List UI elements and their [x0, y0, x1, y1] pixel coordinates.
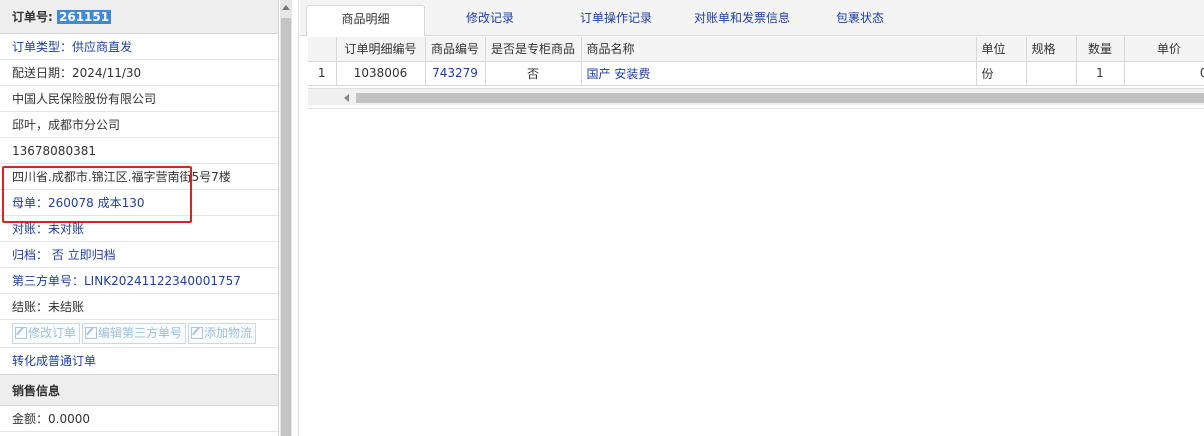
- horizontal-scrollbar-thumb[interactable]: [356, 93, 1204, 103]
- col-header-spec[interactable]: 规格: [1026, 37, 1077, 62]
- settlement-row: 结账：未结账: [0, 294, 278, 320]
- product-table: 订单明细编号 商品编号 是否是专柜商品 商品名称 单位 规格 数量 单价 1 1…: [308, 37, 1204, 86]
- cell-spec: [1026, 61, 1077, 86]
- order-type-row: 订单类型：供应商直发: [0, 34, 278, 60]
- tab-order-operation-log[interactable]: 订单操作记录: [561, 5, 671, 36]
- delivery-date-row: 配送日期：2024/11/30: [0, 60, 278, 86]
- third-party-order-row: 第三方单号：LINK20241122340001757: [0, 268, 278, 294]
- cell-counter-product: 否: [485, 61, 582, 86]
- col-header-detail-no[interactable]: 订单明细编号: [336, 37, 426, 62]
- cell-product-no[interactable]: 743279: [425, 61, 486, 86]
- convert-to-normal-order-link[interactable]: 转化成普通订单: [0, 348, 278, 374]
- scroll-up-arrow-icon[interactable]: [282, 5, 290, 10]
- tab-modification-log[interactable]: 修改记录: [441, 5, 539, 36]
- order-info-panel: 订单号: 261151 订单类型：供应商直发 配送日期：2024/11/30 中…: [0, 0, 279, 436]
- contact-row: 邱叶，成都市分公司: [0, 112, 278, 138]
- order-number-header: 订单号: 261151: [0, 0, 278, 34]
- col-header-product-name[interactable]: 商品名称: [581, 37, 977, 62]
- divider: [292, 0, 299, 436]
- order-number-value[interactable]: 261151: [57, 10, 112, 24]
- app-root: 订单号: 261151 订单类型：供应商直发 配送日期：2024/11/30 中…: [0, 0, 1204, 436]
- edit-icon: [15, 327, 27, 339]
- edit-icon: [191, 327, 204, 339]
- col-header-unit[interactable]: 单位: [976, 37, 1027, 62]
- tab-product-details[interactable]: 商品明细: [306, 5, 425, 37]
- amount-row: 金额：0.0000: [0, 406, 278, 432]
- horizontal-scrollbar[interactable]: [308, 88, 1204, 105]
- sales-info-header: 销售信息: [0, 374, 278, 406]
- action-buttons: 修改订单 编辑第三方单号 添加物流: [0, 320, 278, 348]
- col-header-unit-price[interactable]: 单价: [1124, 37, 1204, 62]
- cell-detail-no: 1038006: [336, 61, 426, 86]
- col-header-counter-product[interactable]: 是否是专柜商品: [485, 37, 582, 62]
- cell-unit: 份: [976, 61, 1027, 86]
- edit-icon: [85, 327, 98, 339]
- tab-bar: 商品明细 修改记录 订单操作记录 对账单和发票信息 包裹状态: [300, 0, 1204, 37]
- cell-unit-price: 0: [1124, 61, 1204, 86]
- col-header-index: [308, 37, 337, 62]
- edit-order-button[interactable]: 修改订单: [12, 323, 81, 344]
- customer-company-row: 中国人民保险股份有限公司: [0, 86, 278, 112]
- tab-package-status[interactable]: 包裹状态: [820, 5, 900, 36]
- scrollbar-thumb[interactable]: [281, 18, 291, 436]
- edit-third-party-button[interactable]: 编辑第三方单号: [82, 323, 187, 344]
- highlight-box: [2, 166, 192, 223]
- scroll-left-arrow-icon[interactable]: [344, 94, 349, 102]
- detail-panel: 商品明细 修改记录 订单操作记录 对账单和发票信息 包裹状态 订单明细编号 商品…: [300, 0, 1204, 436]
- tab-statement-invoice[interactable]: 对账单和发票信息: [680, 5, 804, 36]
- panel-scrollbar[interactable]: [280, 0, 292, 436]
- phone-row: 13678080381: [0, 138, 278, 164]
- cell-index: 1: [308, 61, 337, 86]
- cell-product-name[interactable]: 国产 安装费: [581, 61, 977, 86]
- archive-row[interactable]: 归档： 否 立即归档: [0, 242, 278, 268]
- table-header-row: 订单明细编号 商品编号 是否是专柜商品 商品名称 单位 规格 数量 单价: [308, 37, 1204, 62]
- table-row[interactable]: 1 1038006 743279 否 国产 安装费 份 1 0: [308, 61, 1204, 86]
- add-logistics-button[interactable]: 添加物流: [188, 323, 257, 344]
- col-header-quantity[interactable]: 数量: [1076, 37, 1125, 62]
- order-number-label: 订单号:: [12, 10, 53, 24]
- col-header-product-no[interactable]: 商品编号: [425, 37, 486, 62]
- cell-quantity: 1: [1076, 61, 1125, 86]
